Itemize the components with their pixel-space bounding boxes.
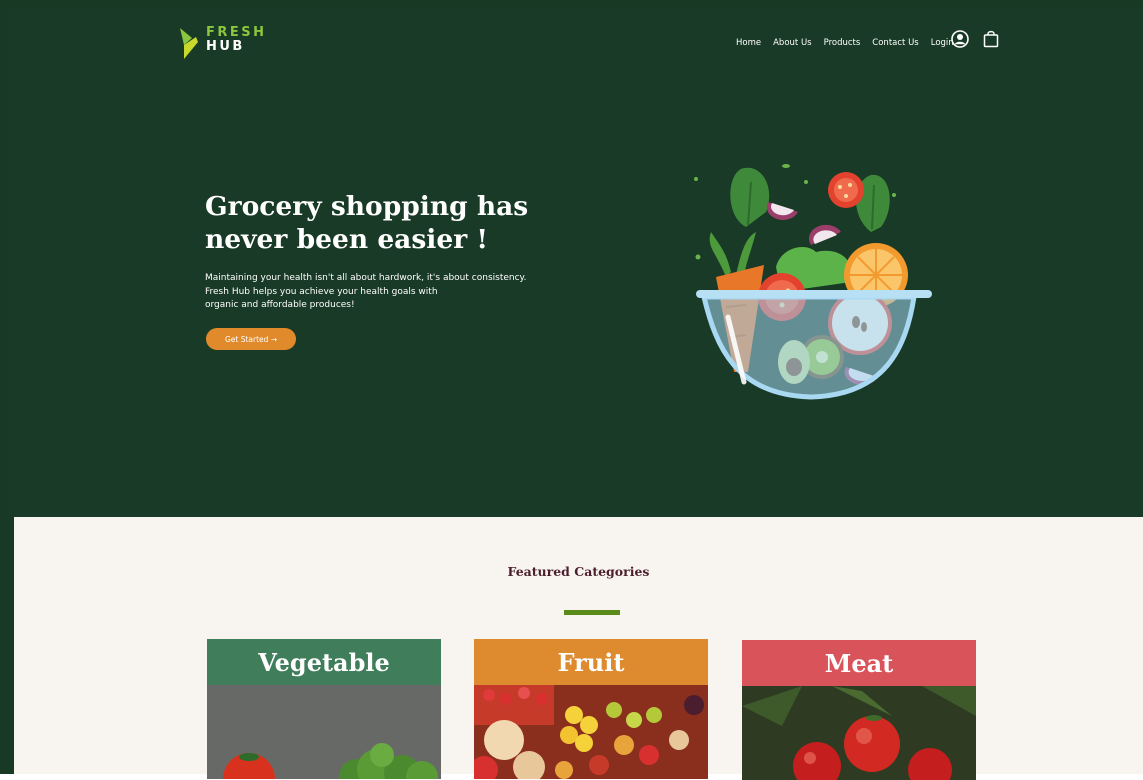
- hero-headline-line1: Grocery shopping has: [205, 191, 529, 222]
- leaf-logo-icon: [180, 28, 198, 59]
- category-card-meat[interactable]: Meat: [742, 640, 976, 780]
- nav-home[interactable]: Home: [736, 38, 761, 48]
- category-card-vegetable[interactable]: Vegetable: [207, 639, 441, 779]
- hero-description-line3: organic and affordable produces!: [205, 300, 355, 310]
- meat-photo: [742, 686, 976, 780]
- hero-headline-line2: never been easier !: [205, 224, 489, 255]
- vegetable-photo: [207, 685, 441, 779]
- hero-description-line1: Maintaining your health isn't all about …: [205, 273, 527, 283]
- section-title: Featured Categories: [507, 564, 650, 579]
- category-label: Vegetable: [207, 639, 441, 685]
- fruit-photo: [474, 685, 708, 779]
- category-label: Meat: [742, 640, 976, 686]
- hero-section: FRESH HUB Home About Us Products Contact…: [8, 7, 1143, 517]
- hero-description: Maintaining your health isn't all about …: [205, 272, 535, 313]
- shopping-bag-icon[interactable]: [983, 30, 999, 48]
- nav-contact-us[interactable]: Contact Us: [872, 38, 918, 48]
- hero-description-line2: Fresh Hub helps you achieve your health …: [205, 286, 438, 297]
- category-label: Fruit: [474, 639, 708, 685]
- brand-name-line2: HUB: [206, 39, 245, 54]
- section-underline: [564, 610, 620, 615]
- nav-products[interactable]: Products: [824, 38, 861, 48]
- hero-headline: Grocery shopping has never been easier !: [205, 190, 565, 256]
- main-nav: Home About Us Products Contact Us Login: [736, 38, 966, 48]
- get-started-button[interactable]: Get Started →: [206, 328, 296, 350]
- salad-bowl-illustration: [694, 164, 932, 400]
- nav-about-us[interactable]: About Us: [773, 38, 811, 48]
- category-card-fruit[interactable]: Fruit: [474, 639, 708, 779]
- user-icon[interactable]: [951, 30, 969, 48]
- brand-name-line1: FRESH: [206, 25, 267, 40]
- featured-categories-section: Featured Categories Vegetable Fruit Meat: [14, 517, 1143, 780]
- brand-logo[interactable]: FRESH HUB: [178, 23, 278, 63]
